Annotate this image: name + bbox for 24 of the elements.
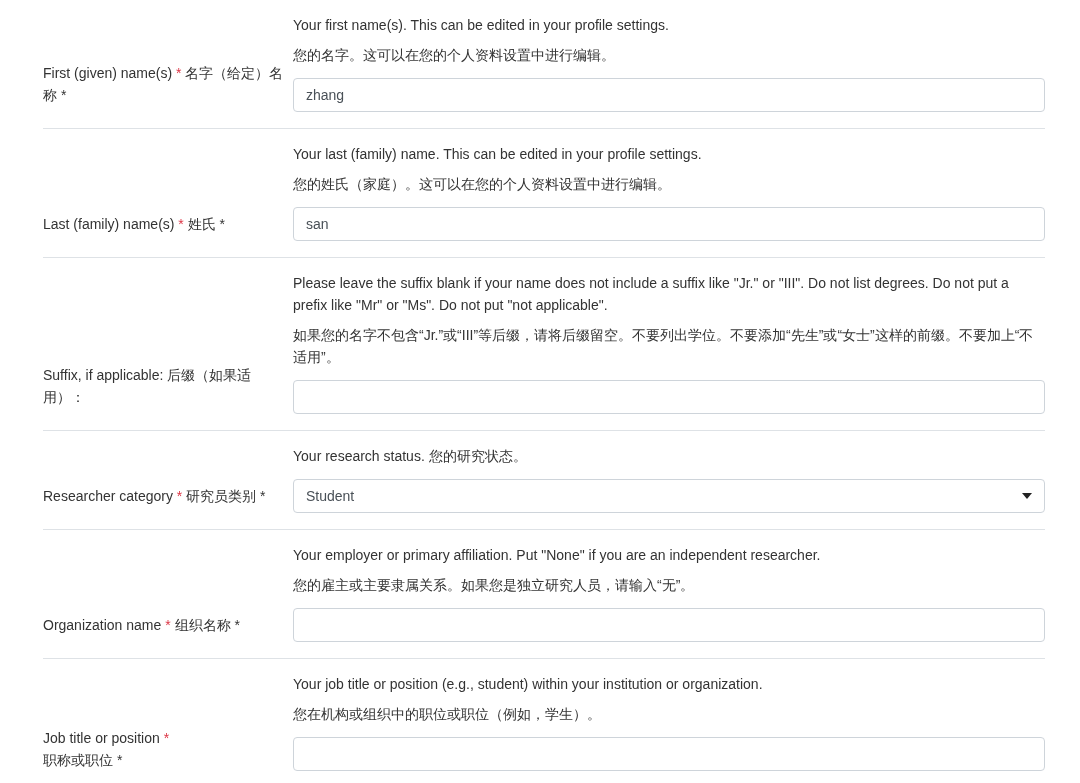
- input-field[interactable]: san: [293, 207, 1045, 241]
- help-text: 您的姓氏（家庭）。这可以在您的个人资料设置中进行编辑。: [293, 175, 672, 194]
- input-field[interactable]: [293, 737, 1045, 771]
- help-text: Your first name(s). This can be edited in your profile settings.: [293, 16, 670, 35]
- help-text: 您的雇主或主要隶属关系。如果您是独立研究人员，请输入“无”。: [293, 576, 696, 595]
- select-field[interactable]: Student: [293, 479, 1045, 513]
- input-field[interactable]: zhang: [293, 78, 1045, 112]
- help-text: 您的名字。这可以在您的个人资料设置中进行编辑。: [293, 46, 616, 65]
- help-text: Please leave the suffix blank if your name does not include a suffix like "Jr." or "III". Do not list degrees. Do not put a prefix like "Mr" or "Ms". Do not put "not applicable".: [293, 274, 1010, 315]
- field-label: Last (family) name(s) * 姓氏 *: [43, 215, 227, 234]
- input-field[interactable]: [293, 608, 1045, 642]
- field-label: Suffix, if applicable: 后缀（如果适用）：: [43, 366, 253, 407]
- input-field[interactable]: [293, 380, 1045, 414]
- help-text: 如果您的名字不包含“Jr.”或“III”等后缀，请将后缀留空。不要列出学位。不要添加“先生”或“女士”这样的前缀。不要加上“不适用”。: [293, 326, 1035, 367]
- field-label: First (given) name(s) * 名字（给定）名称 *: [43, 64, 285, 105]
- help-text: Your employer or primary affiliation. Put "None" if you are an independent researcher.: [293, 546, 822, 565]
- help-text: 您在机构或组织中的职位或职位（例如，学生）。: [293, 705, 602, 724]
- field-label: Researcher category * 研究员类别 *: [43, 487, 267, 506]
- help-text: Your job title or position (e.g., student) within your institution or organization.: [293, 675, 764, 694]
- field-label: Organization name * 组织名称 *: [43, 616, 241, 635]
- help-text: Your last (family) name. This can be edited in your profile settings.: [293, 145, 703, 164]
- caret-down-icon: [1022, 493, 1032, 499]
- field-label: Job title or position * 职称或职位 *: [43, 729, 171, 770]
- help-text: Your research status. 您的研究状态。: [293, 447, 528, 466]
